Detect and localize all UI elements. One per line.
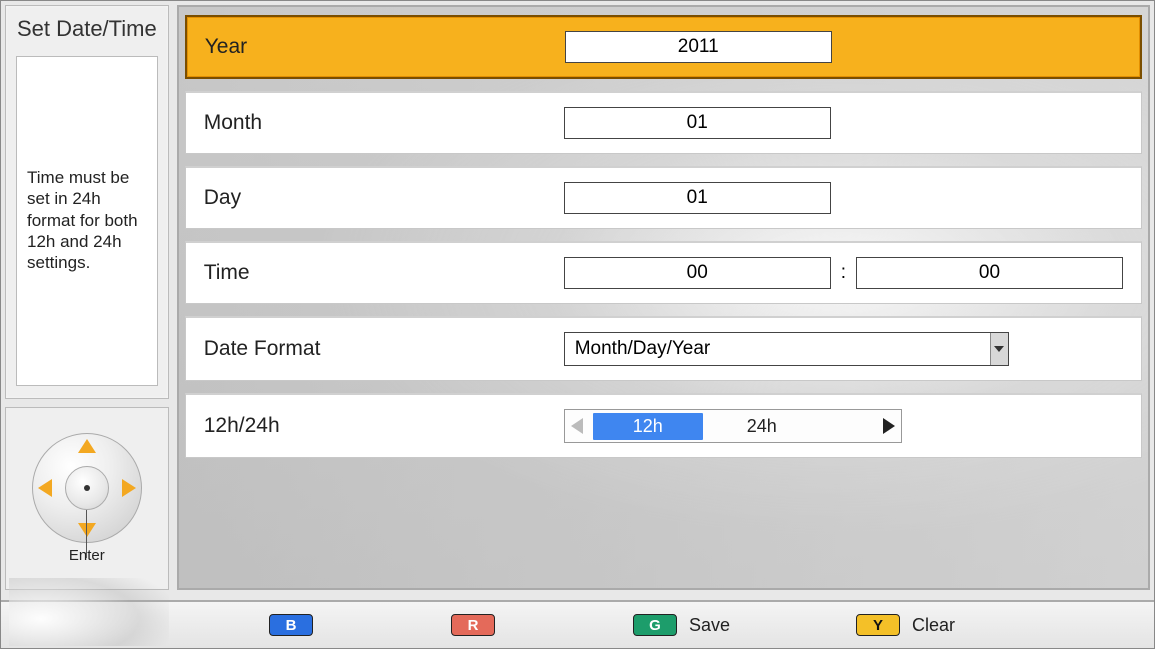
time-minute-input[interactable] [856, 257, 1123, 289]
dpad-pointer-line [86, 510, 87, 558]
settings-screen: Set Date/Time Time must be set in 24h fo… [0, 0, 1155, 649]
hotkey-b[interactable]: B [269, 614, 325, 636]
dpad-center-dot-icon [84, 485, 90, 491]
top-region: Set Date/Time Time must be set in 24h fo… [1, 1, 1154, 594]
hotkey-y-label: Clear [912, 615, 955, 636]
clock-mode-option-12h[interactable]: 12h [593, 413, 703, 440]
date-format-value: Month/Day/Year [565, 338, 990, 360]
month-label: Month [204, 111, 564, 135]
dpad-card: Enter [5, 407, 169, 590]
dpad-enter-button[interactable] [65, 466, 109, 510]
date-format-label: Date Format [204, 337, 564, 361]
day-label: Day [204, 186, 564, 210]
arrow-right-icon[interactable] [122, 479, 136, 497]
arrow-up-icon[interactable] [78, 439, 96, 453]
hotkey-r[interactable]: R [451, 614, 507, 636]
row-date-format[interactable]: Date Format Month/Day/Year [185, 316, 1142, 381]
triangle-left-icon[interactable] [571, 418, 583, 434]
hotkey-g-label: Save [689, 615, 730, 636]
arrow-left-icon[interactable] [38, 479, 52, 497]
hotkey-y[interactable]: Y Clear [856, 614, 955, 636]
left-column: Set Date/Time Time must be set in 24h fo… [5, 5, 169, 590]
key-badge-y: Y [856, 614, 900, 636]
year-input[interactable] [565, 31, 832, 63]
date-format-select[interactable]: Month/Day/Year [564, 332, 1009, 366]
chevron-down-icon[interactable] [990, 333, 1008, 365]
row-year[interactable]: Year [185, 15, 1142, 79]
hotkey-bar: B R G Save Y Clear [1, 600, 1154, 648]
row-day[interactable]: Day [185, 166, 1142, 229]
clock-mode-option-24h[interactable]: 24h [707, 413, 817, 440]
row-clock-mode[interactable]: 12h/24h 12h 24h [185, 393, 1142, 458]
page-title: Set Date/Time [6, 6, 168, 50]
main-panel: Year Month Day [177, 5, 1150, 590]
day-input[interactable] [564, 182, 831, 214]
sidebar-card: Set Date/Time Time must be set in 24h fo… [5, 5, 169, 399]
row-month[interactable]: Month [185, 91, 1142, 154]
clock-mode-label: 12h/24h [204, 414, 564, 438]
dpad[interactable] [32, 433, 142, 543]
key-badge-b: B [269, 614, 313, 636]
key-badge-g: G [633, 614, 677, 636]
help-text: Time must be set in 24h format for both … [16, 56, 158, 386]
month-input[interactable] [564, 107, 831, 139]
settings-rows: Year Month Day [179, 15, 1148, 458]
clock-mode-toggle[interactable]: 12h 24h [564, 409, 902, 443]
triangle-right-icon[interactable] [883, 418, 895, 434]
row-time[interactable]: Time : [185, 241, 1142, 304]
key-badge-r: R [451, 614, 495, 636]
hotkey-g[interactable]: G Save [633, 614, 730, 636]
year-label: Year [205, 35, 565, 59]
time-hour-input[interactable] [564, 257, 831, 289]
time-label: Time [204, 261, 564, 285]
time-separator: : [831, 262, 856, 284]
